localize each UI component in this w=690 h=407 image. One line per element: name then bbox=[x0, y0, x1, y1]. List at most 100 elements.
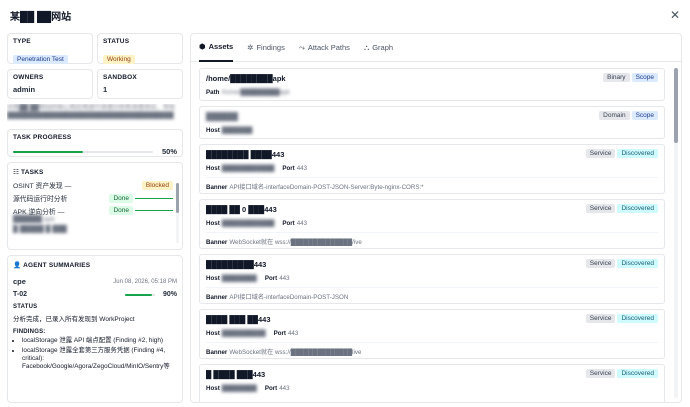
progress-value: 50% bbox=[161, 147, 177, 156]
tab-attack-paths[interactable]: ⤳ Attack Paths bbox=[299, 34, 350, 62]
asset-title: /home/████████apk bbox=[206, 74, 286, 83]
task-item[interactable]: APK 逆向分析 — ██████.apk Done bbox=[13, 206, 173, 223]
dialog-title: 某██ ██网站 bbox=[10, 11, 72, 23]
asset-type-badge: Service bbox=[585, 149, 616, 158]
asset-item[interactable]: ████ ███ ██443 Host ██████████ Port 443 Ban… bbox=[199, 309, 665, 359]
sandbox-value: 1 bbox=[103, 85, 108, 94]
agent-timestamp: Jun 08, 2026, 05:18 PM bbox=[113, 278, 177, 285]
tab-assets[interactable]: ⬢ Assets bbox=[199, 34, 234, 62]
task-sub: ██████.apk bbox=[13, 216, 55, 223]
task-status-badge: Blocked bbox=[141, 180, 173, 190]
progress-label: TASK PROGRESS bbox=[13, 134, 72, 141]
sandbox-label: SANDBOX bbox=[103, 74, 137, 81]
tasks-label: ☷ TASKS bbox=[13, 169, 44, 176]
tab-bar: ⬢ Assets ✲ Findings ⤳ Attack Paths ⛬ Graph bbox=[191, 34, 681, 62]
cube-icon: ⬢ bbox=[199, 42, 206, 51]
asset-item[interactable]: /home/████████apk Path/home/█████████apk… bbox=[199, 68, 665, 101]
dialog-header: 某██ ██网站 ✕ bbox=[0, 0, 690, 30]
asset-value: ██████████ bbox=[221, 330, 266, 337]
finding-item: localStorage 泄露 API 端点配置 (Finding #2, hi… bbox=[22, 337, 177, 345]
agent-name: cpe bbox=[13, 277, 26, 286]
tab-graph[interactable]: ⛬ Graph bbox=[364, 34, 393, 62]
owners-label: OWNERS bbox=[13, 74, 44, 81]
finding-item: localStorage 泄露全套第三方服务凭据 (Finding #4, cr… bbox=[22, 347, 177, 371]
port-value: 443 bbox=[296, 220, 308, 227]
asset-item[interactable]: ██████ Host ███████ Domain Scope bbox=[199, 106, 665, 139]
agents-label: 👤 AGENT SUMMARIES bbox=[13, 262, 91, 269]
asset-value: /home/█████████apk bbox=[221, 89, 290, 96]
task-name: OSINT 资产发现 — bbox=[13, 183, 72, 190]
owners-card: OWNERS admin bbox=[7, 69, 93, 99]
type-label: TYPE bbox=[13, 38, 31, 45]
task-status-badge: Done bbox=[109, 193, 133, 203]
asset-label: Host bbox=[206, 330, 220, 337]
asset-value: ███████ bbox=[221, 127, 253, 134]
port-label: Port bbox=[273, 330, 286, 337]
asset-label: Path bbox=[206, 89, 220, 96]
status-label: STATUS bbox=[103, 38, 130, 45]
path-icon: ⤳ bbox=[298, 42, 305, 52]
task-item[interactable]: █ █████ █ ███ bbox=[13, 226, 173, 233]
asset-label: Host bbox=[206, 220, 220, 227]
asset-scope-badge: Scope bbox=[631, 111, 658, 120]
asset-label: Host bbox=[206, 165, 220, 172]
left-panel: TYPE Penetration Test STATUS Working OWN… bbox=[7, 33, 183, 403]
bug-icon: ✲ bbox=[247, 43, 254, 52]
banner-label: Banner bbox=[206, 184, 228, 191]
task-item[interactable]: OSINT 资产发现 — Blocked bbox=[13, 180, 173, 190]
task-progress-line bbox=[135, 197, 173, 199]
asset-scope-badge: Discovered bbox=[617, 259, 658, 268]
asset-value: ████████████ bbox=[221, 220, 275, 227]
asset-label: Host bbox=[206, 275, 220, 282]
banner-value: API接口域名-interfaceDomain-POST-JSON-Server… bbox=[229, 184, 424, 191]
asset-label: Host bbox=[206, 385, 220, 392]
port-value: 443 bbox=[287, 330, 299, 337]
status-card: STATUS Working bbox=[97, 33, 183, 64]
tasks-scrollbar[interactable] bbox=[176, 183, 179, 243]
task-item[interactable]: 源代码运行时分析 Done bbox=[13, 193, 173, 203]
scrollbar-thumb[interactable] bbox=[674, 68, 678, 143]
type-badge: Penetration Test bbox=[13, 55, 68, 64]
tab-findings[interactable]: ✲ Findings bbox=[247, 34, 285, 62]
asset-type-badge: Service bbox=[585, 314, 616, 323]
asset-type-badge: Service bbox=[585, 259, 616, 268]
list-icon: ☷ bbox=[13, 169, 22, 176]
assets-scrollbar[interactable] bbox=[674, 68, 678, 398]
asset-type-badge: Service bbox=[585, 204, 616, 213]
asset-type-badge: Binary bbox=[603, 73, 630, 82]
asset-scope-badge: Scope bbox=[631, 73, 658, 82]
description-text: 对某██ ██网站的核心和应用进行渗透分析和渗透测试，寻找███████████… bbox=[7, 104, 175, 120]
banner-label: Banner bbox=[206, 239, 228, 246]
task-name: █ █████ █ ███ bbox=[13, 226, 67, 233]
asset-type-badge: Domain bbox=[599, 111, 630, 120]
port-label: Port bbox=[282, 165, 295, 172]
findings-label: FINDINGS: bbox=[13, 329, 46, 335]
asset-item[interactable]: █████████443 Host ████████ Port 443 Banner A… bbox=[199, 254, 665, 304]
port-label: Port bbox=[264, 385, 278, 392]
findings-list: localStorage 泄露 API 端点配置 (Finding #2, hi… bbox=[22, 337, 177, 371]
asset-item[interactable]: █ ████ ███443 Host ████████ Port 443 Servic… bbox=[199, 364, 665, 402]
asset-item[interactable]: ████ ██ 0 ███443 Host ████████████ Port 443… bbox=[199, 199, 665, 249]
agent-id: T-02 bbox=[13, 291, 28, 298]
asset-scope-badge: Discovered bbox=[617, 314, 658, 323]
port-value: 443 bbox=[279, 385, 290, 392]
port-value: 443 bbox=[296, 165, 308, 172]
asset-scope-badge: Discovered bbox=[617, 204, 658, 213]
graph-icon: ⛬ bbox=[363, 42, 370, 52]
asset-type-badge: Service bbox=[585, 369, 616, 378]
asset-value: ████████ bbox=[221, 385, 257, 392]
agent-status-text: 分析完成，已录入所有发现到 WorkProject bbox=[13, 316, 135, 323]
banner-label: Banner bbox=[206, 349, 228, 356]
port-value: 443 bbox=[279, 275, 290, 282]
port-label: Port bbox=[264, 275, 278, 282]
asset-item[interactable]: ████████ ████443 Host ████████████ Port 443… bbox=[199, 144, 665, 194]
agent-progress-bar bbox=[124, 293, 152, 296]
status-badge: Working bbox=[103, 55, 135, 64]
asset-scope-badge: Discovered bbox=[617, 149, 658, 158]
asset-title: ██████ bbox=[206, 112, 238, 121]
asset-value: ████████ bbox=[221, 275, 257, 282]
banner-value: API接口域名-interfaceDomain-POST-JSON bbox=[229, 294, 349, 301]
asset-label: Host bbox=[206, 127, 220, 134]
user-icon: 👤 bbox=[13, 262, 24, 269]
close-icon[interactable]: ✕ bbox=[670, 8, 680, 22]
